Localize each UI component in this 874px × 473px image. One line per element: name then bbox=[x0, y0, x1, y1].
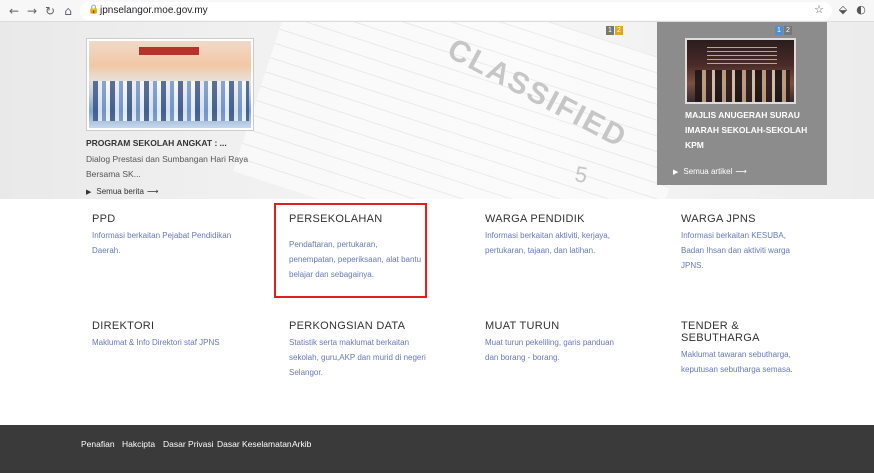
extension-icon[interactable]: ⬙ bbox=[836, 3, 850, 17]
reload-icon[interactable]: ↻ bbox=[42, 3, 58, 19]
section-direktori[interactable]: DIREKTORI Maklumat & Info Direktori staf… bbox=[92, 320, 252, 350]
section-title[interactable]: WARGA PENDIDIK bbox=[485, 213, 625, 225]
footer-link-penafian[interactable]: Penafian bbox=[81, 439, 115, 449]
arrow-right-icon: ⟶ bbox=[146, 187, 159, 196]
section-muat-turun[interactable]: MUAT TURUN Muat turun pekeliling, garis … bbox=[485, 320, 620, 365]
section-title[interactable]: MUAT TURUN bbox=[485, 320, 620, 332]
section-warga-jpns[interactable]: WARGA JPNS Informasi berkaitan KESUBA, B… bbox=[681, 213, 811, 273]
section-warga-pendidik[interactable]: WARGA PENDIDIK Informasi berkaitan aktiv… bbox=[485, 213, 625, 258]
section-title[interactable]: PPD bbox=[92, 213, 242, 225]
article-pager: 1 2 bbox=[775, 26, 792, 35]
lock-icon: 🔒 bbox=[88, 5, 100, 15]
address-bar[interactable]: 🔒 jpnselangor.moe.gov.my bbox=[80, 2, 832, 20]
section-title[interactable]: PERSEKOLAHAN bbox=[289, 213, 423, 225]
news-page-2[interactable]: 2 bbox=[615, 26, 623, 35]
section-title[interactable]: TENDER & SEBUTHARGA bbox=[681, 320, 811, 344]
section-tender[interactable]: TENDER & SEBUTHARGA Maklumat tawaran seb… bbox=[681, 320, 811, 377]
section-persekolahan[interactable]: PERSEKOLAHAN Pendaftaran, pertukaran, pe… bbox=[289, 213, 423, 282]
section-ppd[interactable]: PPD Informasi berkaitan Pejabat Pendidik… bbox=[92, 213, 242, 258]
section-perkongsian-data[interactable]: PERKONGSIAN DATA Statistik serta makluma… bbox=[289, 320, 429, 380]
arrow-right-icon: ⟶ bbox=[735, 167, 747, 176]
site-footer: Penafian Hakcipta Dasar Privasi Dasar Ke… bbox=[0, 425, 874, 473]
section-description: Pendaftaran, pertukaran, penempatan, pep… bbox=[289, 240, 422, 279]
article-panel: 1 2 MAJLIS ANUGERAH SURAU IMARAH SEKOLAH… bbox=[657, 22, 827, 185]
browser-toolbar: ← → ↻ ⌂ 🔒 jpnselangor.moe.gov.my ☆ ⬙ ◐ bbox=[0, 0, 874, 22]
home-icon[interactable]: ⌂ bbox=[60, 3, 76, 19]
article-photo[interactable] bbox=[685, 38, 796, 104]
all-articles-link[interactable]: ▶ Semua artikel ⟶ bbox=[673, 167, 747, 176]
article-page-1[interactable]: 1 bbox=[775, 26, 783, 35]
profile-icon[interactable]: ◐ bbox=[854, 3, 868, 17]
section-title[interactable]: DIREKTORI bbox=[92, 320, 252, 332]
hero-banner: CLASSIFIED 5 1 2 PROGRAM SEKOLAH ANGKAT … bbox=[0, 22, 874, 199]
footer-link-hakcipta[interactable]: Hakcipta bbox=[122, 439, 155, 449]
footer-link-dasar-keselamatan[interactable]: Dasar Keselamatan bbox=[217, 439, 292, 449]
section-description: Informasi berkaitan Pejabat Pendidikan D… bbox=[92, 231, 232, 255]
news-thumbnail[interactable] bbox=[86, 38, 254, 131]
footer-link-arkib[interactable]: Arkib bbox=[292, 439, 311, 449]
forward-icon[interactable]: → bbox=[24, 3, 40, 19]
section-description: Informasi berkaitan KESUBA, Badan Ihsan … bbox=[681, 231, 790, 270]
back-icon[interactable]: ← bbox=[6, 3, 22, 19]
section-description: Muat turun pekeliling, garis panduan dan… bbox=[485, 338, 614, 362]
all-articles-label: Semua artikel bbox=[683, 167, 733, 176]
news-photo bbox=[89, 41, 251, 128]
section-title[interactable]: PERKONGSIAN DATA bbox=[289, 320, 429, 332]
news-description: Dialog Prestasi dan Sumbangan Hari Raya … bbox=[86, 154, 249, 179]
news-page-1[interactable]: 1 bbox=[606, 26, 614, 35]
section-description: Statistik serta maklumat berkaitan sekol… bbox=[289, 338, 426, 377]
article-page-2[interactable]: 2 bbox=[784, 26, 792, 35]
news-title[interactable]: PROGRAM SEKOLAH ANGKAT : ... bbox=[86, 138, 227, 148]
section-description: Informasi berkaitan aktiviti, kerjaya, p… bbox=[485, 231, 610, 255]
section-description: Maklumat tawaran sebutharga, keputusan s… bbox=[681, 350, 793, 374]
all-news-label: Semua berita bbox=[96, 187, 144, 196]
triangle-right-icon: ▶ bbox=[673, 168, 679, 176]
triangle-right-icon: ▶ bbox=[86, 188, 92, 196]
footer-link-dasar-privasi[interactable]: Dasar Privasi bbox=[163, 439, 214, 449]
section-description: Maklumat & Info Direktori staf JPNS bbox=[92, 338, 220, 347]
star-icon[interactable]: ☆ bbox=[812, 3, 826, 17]
news-pager: 1 2 bbox=[606, 26, 623, 35]
all-news-link[interactable]: ▶ Semua berita ⟶ bbox=[86, 187, 158, 196]
article-title[interactable]: MAJLIS ANUGERAH SURAU IMARAH SEKOLAH-SEK… bbox=[685, 108, 817, 153]
url-text: jpnselangor.moe.gov.my bbox=[100, 5, 208, 16]
section-title[interactable]: WARGA JPNS bbox=[681, 213, 811, 225]
